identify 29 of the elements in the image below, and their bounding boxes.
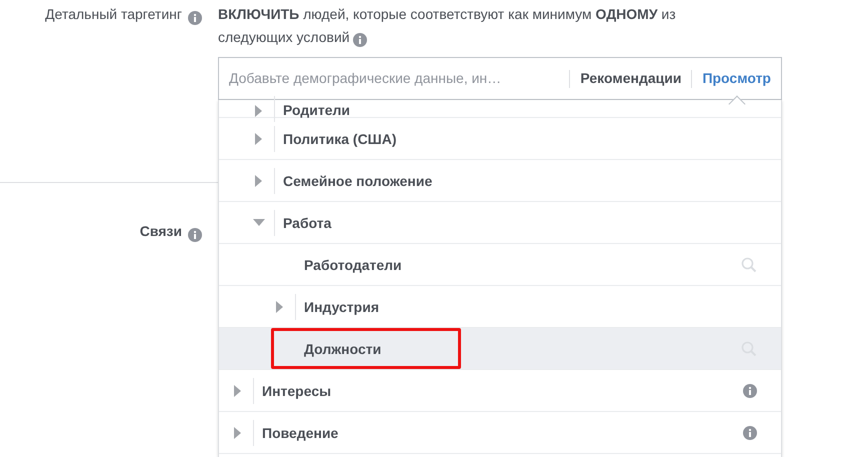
field-label: Связи: [140, 222, 182, 241]
category-label[interactable]: Интересы: [262, 384, 332, 398]
category-label[interactable]: Работа: [283, 216, 332, 230]
info-icon: [743, 426, 757, 440]
category-label[interactable]: Поведение: [262, 426, 338, 440]
category-label[interactable]: Индустрия: [304, 300, 379, 314]
include-heading: ВКЛЮЧИТЬ людей, которые соответствуют как минимум ОДНОМУ из следующих условий: [218, 0, 782, 51]
caret-right-icon[interactable]: [234, 426, 242, 438]
info-icon: [353, 33, 368, 48]
tab[interactable]: Рекомендации: [580, 68, 682, 89]
caret-down-icon[interactable]: [253, 218, 265, 226]
category-row[interactable]: Работодатели: [219, 244, 781, 286]
category-label[interactable]: Должности: [304, 342, 382, 356]
search-icon[interactable]: [741, 256, 757, 272]
category-label[interactable]: Политика (США): [283, 132, 397, 146]
field-label: Детальный таргетинг: [45, 5, 182, 24]
info-icon: [743, 384, 757, 398]
category-row[interactable]: Должности: [219, 328, 781, 370]
search-input[interactable]: Добавьте демографические данные, ин…: [229, 68, 560, 89]
caret-right-icon[interactable]: [255, 174, 263, 186]
category-label[interactable]: Работодатели: [304, 258, 402, 272]
caret-right-icon[interactable]: [234, 384, 242, 396]
info-icon: [188, 10, 202, 25]
caret-right-icon[interactable]: [255, 105, 263, 117]
caret-right-icon[interactable]: [255, 132, 263, 144]
info-icon: [188, 228, 202, 242]
category-label[interactable]: Семейное положение: [283, 174, 432, 188]
category-label[interactable]: Родители: [283, 103, 350, 117]
caret-right-icon[interactable]: [276, 300, 284, 312]
